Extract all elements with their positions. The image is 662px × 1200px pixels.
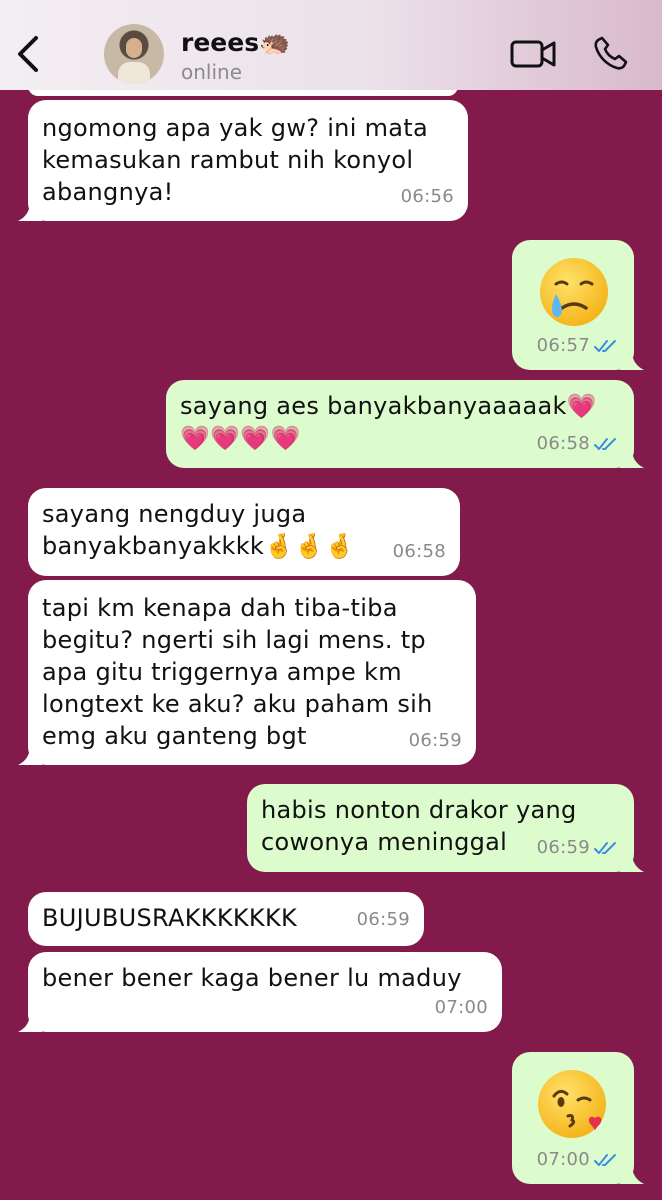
read-receipt-icon: [594, 1154, 616, 1166]
bubble-tail: [18, 1012, 42, 1032]
message-text: sayang nengduy juga banyakbanyakkkk🤞🤞🤞: [42, 500, 355, 560]
contact-name[interactable]: reees🦔: [181, 28, 290, 58]
message-meta: 06:57: [537, 330, 620, 362]
message-time: 06:59: [356, 909, 410, 930]
chat-header: reees🦔 online: [0, 0, 662, 90]
message-bubble[interactable]: tapi km kenapa dah tiba-tiba begitu? nge…: [18, 580, 476, 765]
bubble-tail: [620, 350, 644, 370]
message-meta: 06:59: [357, 904, 410, 936]
chevron-left-icon[interactable]: [14, 34, 42, 74]
message-bubble[interactable]: bener bener kaga bener lu maduy 07:00: [18, 952, 502, 1032]
bubble-tail: [620, 448, 644, 468]
message-bubble[interactable]: habis nonton drakor yang cowonya meningg…: [247, 784, 644, 872]
message-time: 07:00: [536, 1149, 590, 1170]
message-time: 06:59: [408, 730, 462, 751]
message-bubble[interactable]: 07:00: [512, 1052, 644, 1184]
read-receipt-icon: [594, 842, 616, 854]
read-receipt-icon: [594, 438, 616, 450]
message-bubble[interactable]: BUJUBUSRAKKKKKKK 06:59: [28, 892, 424, 946]
message-text: bener bener kaga bener lu maduy: [42, 964, 462, 992]
message-time: 06:58: [392, 541, 446, 562]
message-time: 06:59: [536, 837, 590, 858]
message-meta: 06:58: [537, 428, 620, 460]
contact-status: online: [181, 60, 243, 84]
message-time: 07:00: [434, 997, 488, 1018]
message-bubble[interactable]: sayang aes banyakbanyaaaaak💗 💗💗💗💗 06:58: [166, 380, 644, 468]
message-time: 06:58: [536, 433, 590, 454]
bubble-tail: [620, 1164, 644, 1184]
message-text: tapi km kenapa dah tiba-tiba begitu? nge…: [42, 594, 433, 750]
message-bubble[interactable]: sayang nengduy juga banyakbanyakkkk🤞🤞🤞 0…: [28, 488, 460, 576]
avatar[interactable]: [104, 24, 164, 84]
message-time: 06:57: [536, 335, 590, 356]
video-call-icon[interactable]: [509, 38, 557, 70]
bubble-tail: [18, 201, 42, 221]
face-holding-back-tears-emoji: [540, 258, 608, 326]
message-bubble[interactable]: 06:57: [512, 240, 644, 370]
bubble-tail: [18, 745, 42, 765]
message-text: BUJUBUSRAKKKKKKK: [42, 904, 298, 932]
message-meta: 06:58: [393, 536, 446, 568]
phone-call-icon[interactable]: [592, 36, 628, 72]
bubble-tail: [620, 852, 644, 872]
message-meta: 06:59: [537, 832, 620, 864]
message-meta: 07:00: [537, 1144, 620, 1176]
message-meta: 06:59: [409, 725, 462, 757]
message-time: 06:56: [400, 186, 454, 207]
face-blowing-kiss-emoji: [538, 1070, 606, 1138]
message-meta: 07:00: [435, 992, 488, 1024]
message-text: ngomong apa yak gw? ini mata kemasukan r…: [42, 114, 428, 206]
message-bubble[interactable]: ngomong apa yak gw? ini mata kemasukan r…: [18, 100, 468, 221]
message-meta: 06:56: [401, 181, 454, 213]
read-receipt-icon: [594, 340, 616, 352]
